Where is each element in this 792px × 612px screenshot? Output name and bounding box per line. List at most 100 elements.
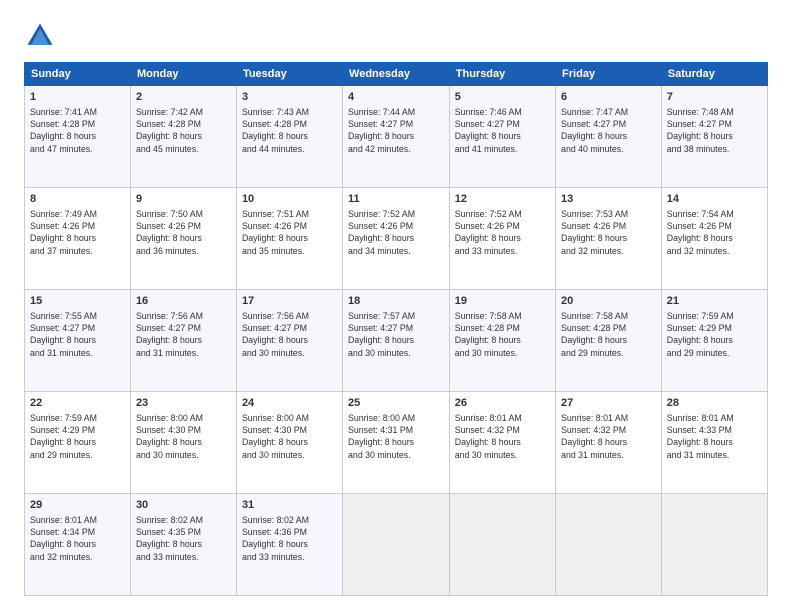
day-number: 5: [455, 90, 550, 105]
day-info: Sunrise: 7:48 AMSunset: 4:27 PMDaylight:…: [667, 106, 762, 155]
day-info: Sunrise: 7:59 AMSunset: 4:29 PMDaylight:…: [30, 412, 125, 461]
calendar-cell: 7Sunrise: 7:48 AMSunset: 4:27 PMDaylight…: [661, 86, 767, 188]
calendar-week-3: 15Sunrise: 7:55 AMSunset: 4:27 PMDayligh…: [25, 290, 768, 392]
day-info: Sunrise: 8:01 AMSunset: 4:34 PMDaylight:…: [30, 514, 125, 563]
day-number: 21: [667, 294, 762, 309]
calendar-table: SundayMondayTuesdayWednesdayThursdayFrid…: [24, 62, 768, 596]
calendar-cell: 14Sunrise: 7:54 AMSunset: 4:26 PMDayligh…: [661, 188, 767, 290]
day-number: 16: [136, 294, 231, 309]
day-info: Sunrise: 7:54 AMSunset: 4:26 PMDaylight:…: [667, 208, 762, 257]
day-info: Sunrise: 7:47 AMSunset: 4:27 PMDaylight:…: [561, 106, 656, 155]
day-info: Sunrise: 8:00 AMSunset: 4:31 PMDaylight:…: [348, 412, 444, 461]
calendar-cell: 16Sunrise: 7:56 AMSunset: 4:27 PMDayligh…: [130, 290, 236, 392]
calendar-cell: [449, 494, 555, 596]
day-number: 11: [348, 192, 444, 207]
calendar-cell: 23Sunrise: 8:00 AMSunset: 4:30 PMDayligh…: [130, 392, 236, 494]
calendar-week-2: 8Sunrise: 7:49 AMSunset: 4:26 PMDaylight…: [25, 188, 768, 290]
day-number: 27: [561, 396, 656, 411]
day-info: Sunrise: 7:44 AMSunset: 4:27 PMDaylight:…: [348, 106, 444, 155]
day-number: 22: [30, 396, 125, 411]
day-info: Sunrise: 8:00 AMSunset: 4:30 PMDaylight:…: [136, 412, 231, 461]
day-number: 4: [348, 90, 444, 105]
day-info: Sunrise: 7:43 AMSunset: 4:28 PMDaylight:…: [242, 106, 337, 155]
day-number: 28: [667, 396, 762, 411]
logo: [24, 20, 60, 52]
header: [24, 20, 768, 52]
calendar-cell: 29Sunrise: 8:01 AMSunset: 4:34 PMDayligh…: [25, 494, 131, 596]
day-info: Sunrise: 8:01 AMSunset: 4:32 PMDaylight:…: [455, 412, 550, 461]
calendar-cell: [343, 494, 450, 596]
day-number: 18: [348, 294, 444, 309]
calendar-cell: 22Sunrise: 7:59 AMSunset: 4:29 PMDayligh…: [25, 392, 131, 494]
calendar-cell: 13Sunrise: 7:53 AMSunset: 4:26 PMDayligh…: [556, 188, 662, 290]
day-number: 19: [455, 294, 550, 309]
calendar-header-row: SundayMondayTuesdayWednesdayThursdayFrid…: [25, 63, 768, 86]
day-info: Sunrise: 8:00 AMSunset: 4:30 PMDaylight:…: [242, 412, 337, 461]
day-info: Sunrise: 7:49 AMSunset: 4:26 PMDaylight:…: [30, 208, 125, 257]
day-info: Sunrise: 7:52 AMSunset: 4:26 PMDaylight:…: [348, 208, 444, 257]
day-info: Sunrise: 7:41 AMSunset: 4:28 PMDaylight:…: [30, 106, 125, 155]
calendar-week-4: 22Sunrise: 7:59 AMSunset: 4:29 PMDayligh…: [25, 392, 768, 494]
day-number: 7: [667, 90, 762, 105]
day-number: 26: [455, 396, 550, 411]
calendar-cell: 30Sunrise: 8:02 AMSunset: 4:35 PMDayligh…: [130, 494, 236, 596]
day-number: 13: [561, 192, 656, 207]
day-number: 25: [348, 396, 444, 411]
calendar-cell: 2Sunrise: 7:42 AMSunset: 4:28 PMDaylight…: [130, 86, 236, 188]
day-number: 17: [242, 294, 337, 309]
calendar-cell: 3Sunrise: 7:43 AMSunset: 4:28 PMDaylight…: [236, 86, 342, 188]
calendar-cell: 17Sunrise: 7:56 AMSunset: 4:27 PMDayligh…: [236, 290, 342, 392]
day-info: Sunrise: 7:56 AMSunset: 4:27 PMDaylight:…: [242, 310, 337, 359]
calendar-cell: 24Sunrise: 8:00 AMSunset: 4:30 PMDayligh…: [236, 392, 342, 494]
day-info: Sunrise: 7:42 AMSunset: 4:28 PMDaylight:…: [136, 106, 231, 155]
day-info: Sunrise: 7:53 AMSunset: 4:26 PMDaylight:…: [561, 208, 656, 257]
day-number: 20: [561, 294, 656, 309]
calendar-header-friday: Friday: [556, 63, 662, 86]
day-info: Sunrise: 7:56 AMSunset: 4:27 PMDaylight:…: [136, 310, 231, 359]
day-info: Sunrise: 7:51 AMSunset: 4:26 PMDaylight:…: [242, 208, 337, 257]
day-info: Sunrise: 7:50 AMSunset: 4:26 PMDaylight:…: [136, 208, 231, 257]
calendar-cell: 20Sunrise: 7:58 AMSunset: 4:28 PMDayligh…: [556, 290, 662, 392]
day-number: 14: [667, 192, 762, 207]
calendar-cell: 11Sunrise: 7:52 AMSunset: 4:26 PMDayligh…: [343, 188, 450, 290]
day-number: 24: [242, 396, 337, 411]
calendar-cell: 18Sunrise: 7:57 AMSunset: 4:27 PMDayligh…: [343, 290, 450, 392]
day-number: 30: [136, 498, 231, 513]
day-info: Sunrise: 7:52 AMSunset: 4:26 PMDaylight:…: [455, 208, 550, 257]
calendar-week-5: 29Sunrise: 8:01 AMSunset: 4:34 PMDayligh…: [25, 494, 768, 596]
calendar-cell: 10Sunrise: 7:51 AMSunset: 4:26 PMDayligh…: [236, 188, 342, 290]
day-number: 29: [30, 498, 125, 513]
day-number: 2: [136, 90, 231, 105]
calendar-header-wednesday: Wednesday: [343, 63, 450, 86]
day-info: Sunrise: 7:46 AMSunset: 4:27 PMDaylight:…: [455, 106, 550, 155]
day-number: 12: [455, 192, 550, 207]
calendar-cell: 31Sunrise: 8:02 AMSunset: 4:36 PMDayligh…: [236, 494, 342, 596]
day-info: Sunrise: 7:58 AMSunset: 4:28 PMDaylight:…: [561, 310, 656, 359]
calendar-cell: 19Sunrise: 7:58 AMSunset: 4:28 PMDayligh…: [449, 290, 555, 392]
calendar-week-1: 1Sunrise: 7:41 AMSunset: 4:28 PMDaylight…: [25, 86, 768, 188]
day-info: Sunrise: 8:02 AMSunset: 4:36 PMDaylight:…: [242, 514, 337, 563]
calendar-header-monday: Monday: [130, 63, 236, 86]
calendar-cell: 9Sunrise: 7:50 AMSunset: 4:26 PMDaylight…: [130, 188, 236, 290]
day-number: 10: [242, 192, 337, 207]
day-info: Sunrise: 8:02 AMSunset: 4:35 PMDaylight:…: [136, 514, 231, 563]
day-info: Sunrise: 8:01 AMSunset: 4:33 PMDaylight:…: [667, 412, 762, 461]
logo-icon: [24, 20, 56, 52]
day-number: 8: [30, 192, 125, 207]
day-number: 15: [30, 294, 125, 309]
calendar-cell: 28Sunrise: 8:01 AMSunset: 4:33 PMDayligh…: [661, 392, 767, 494]
day-number: 1: [30, 90, 125, 105]
calendar-cell: 26Sunrise: 8:01 AMSunset: 4:32 PMDayligh…: [449, 392, 555, 494]
day-number: 23: [136, 396, 231, 411]
day-number: 9: [136, 192, 231, 207]
calendar-cell: 1Sunrise: 7:41 AMSunset: 4:28 PMDaylight…: [25, 86, 131, 188]
calendar-cell: 21Sunrise: 7:59 AMSunset: 4:29 PMDayligh…: [661, 290, 767, 392]
day-info: Sunrise: 7:55 AMSunset: 4:27 PMDaylight:…: [30, 310, 125, 359]
day-number: 31: [242, 498, 337, 513]
calendar-cell: 12Sunrise: 7:52 AMSunset: 4:26 PMDayligh…: [449, 188, 555, 290]
day-info: Sunrise: 7:58 AMSunset: 4:28 PMDaylight:…: [455, 310, 550, 359]
calendar-cell: 27Sunrise: 8:01 AMSunset: 4:32 PMDayligh…: [556, 392, 662, 494]
calendar-cell: 15Sunrise: 7:55 AMSunset: 4:27 PMDayligh…: [25, 290, 131, 392]
day-number: 6: [561, 90, 656, 105]
calendar-cell: 25Sunrise: 8:00 AMSunset: 4:31 PMDayligh…: [343, 392, 450, 494]
